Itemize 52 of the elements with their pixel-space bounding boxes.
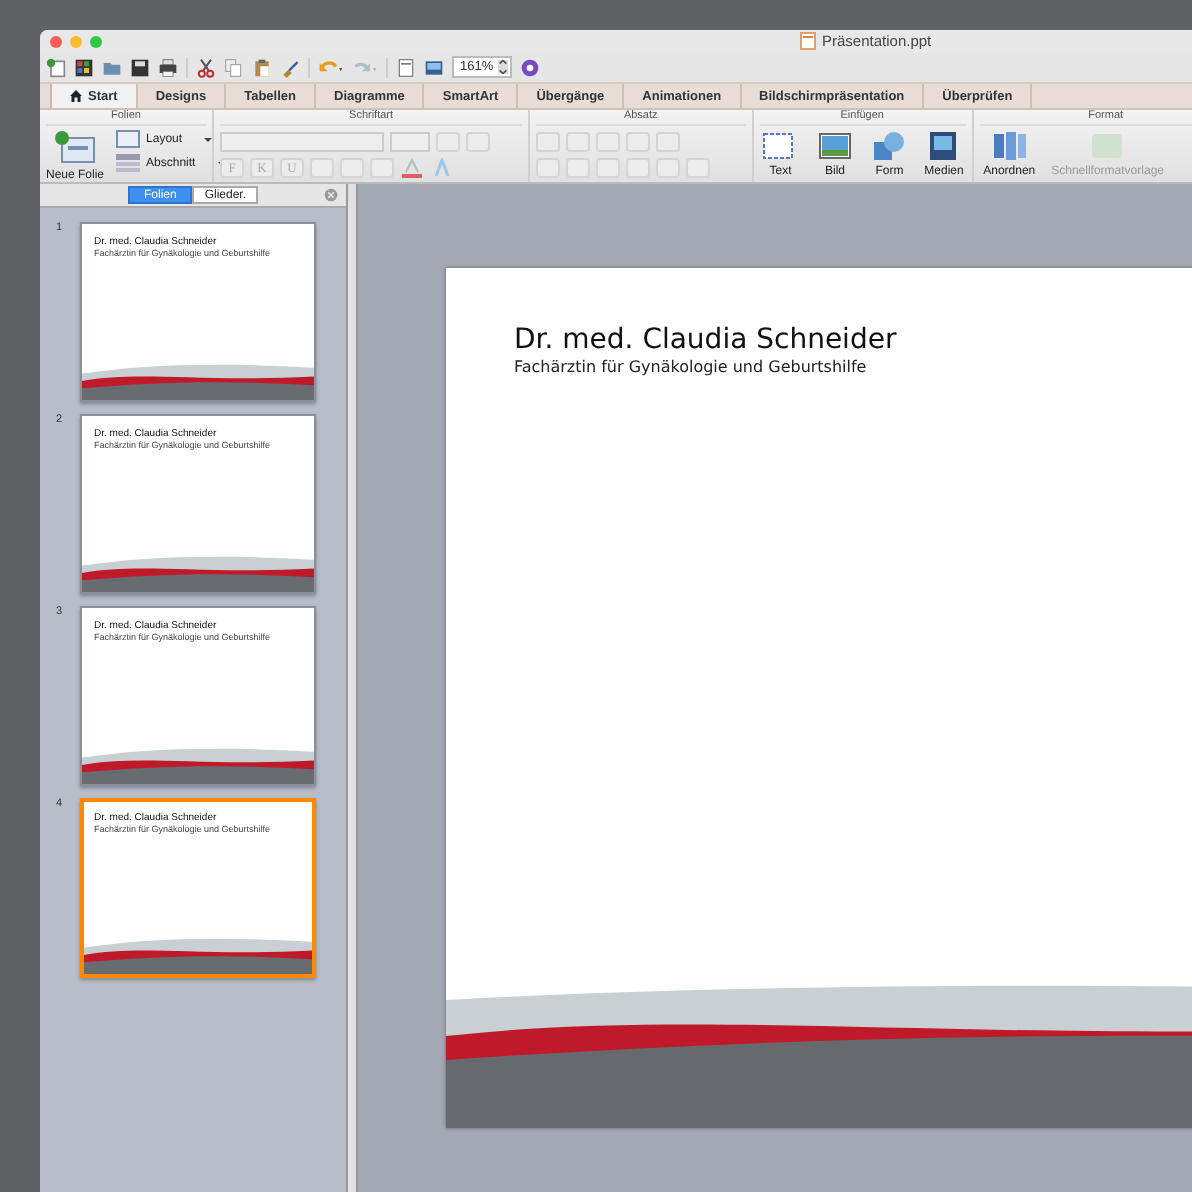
print-icon[interactable] [158, 57, 178, 77]
layout-icon [116, 130, 141, 148]
font-name-field[interactable] [220, 132, 384, 152]
alignment-button[interactable] [656, 158, 681, 178]
alignment-button[interactable] [536, 158, 561, 178]
zoom-button[interactable] [90, 35, 102, 47]
alignment-button[interactable] [626, 158, 651, 178]
image-icon [817, 130, 853, 162]
new-document-icon[interactable] [46, 57, 66, 77]
folder-icon[interactable] [102, 57, 122, 77]
media-browser-icon[interactable] [424, 57, 444, 77]
alignment-button[interactable] [686, 158, 711, 178]
alignment-button[interactable] [566, 158, 591, 178]
grow-font-button[interactable] [436, 132, 460, 152]
minimize-button[interactable] [70, 35, 82, 47]
close-button[interactable] [50, 35, 62, 47]
shrink-font-button[interactable] [466, 132, 490, 152]
quick-styles-icon [1087, 130, 1128, 162]
save-icon[interactable] [130, 57, 150, 77]
brush-icon[interactable] [280, 57, 300, 77]
document-icon [800, 32, 816, 50]
text-box-icon [762, 130, 799, 162]
superscript-button[interactable] [340, 158, 364, 178]
subscript-button[interactable] [370, 158, 394, 178]
stepper-icon[interactable] [497, 60, 508, 74]
arrange-icon [989, 130, 1030, 162]
alignment-button[interactable] [596, 158, 621, 178]
copy-icon[interactable] [224, 57, 244, 77]
paragraph-button[interactable] [626, 132, 651, 152]
paragraph-button[interactable] [596, 132, 621, 152]
text-effect-icon[interactable] [430, 158, 454, 178]
undo-icon[interactable] [318, 57, 344, 77]
shapes-icon [871, 130, 908, 162]
clipboard-icon[interactable] [252, 57, 272, 77]
slide-title: Dr. med. Claudia Schneider [514, 324, 897, 356]
sidebar-icon[interactable] [396, 57, 416, 77]
section-icon [116, 154, 141, 172]
film-icon [926, 130, 962, 162]
font-color-icon[interactable] [400, 158, 424, 178]
home-icon [70, 90, 82, 102]
gallery-icon[interactable] [74, 57, 94, 77]
paragraph-button[interactable] [656, 132, 681, 152]
font-size-field[interactable] [390, 132, 430, 152]
close-icon[interactable] [324, 188, 338, 202]
strikethrough-button[interactable] [310, 158, 334, 178]
paragraph-button[interactable] [566, 132, 591, 152]
slide-subtitle: Fachärztin für Gynäkologie und Geburtshilfe [514, 358, 869, 376]
paragraph-button[interactable] [536, 132, 561, 152]
redo-icon[interactable] [352, 57, 378, 77]
new-slide-icon [53, 130, 97, 166]
scissors-icon[interactable] [196, 57, 216, 77]
help-icon[interactable] [519, 57, 540, 77]
